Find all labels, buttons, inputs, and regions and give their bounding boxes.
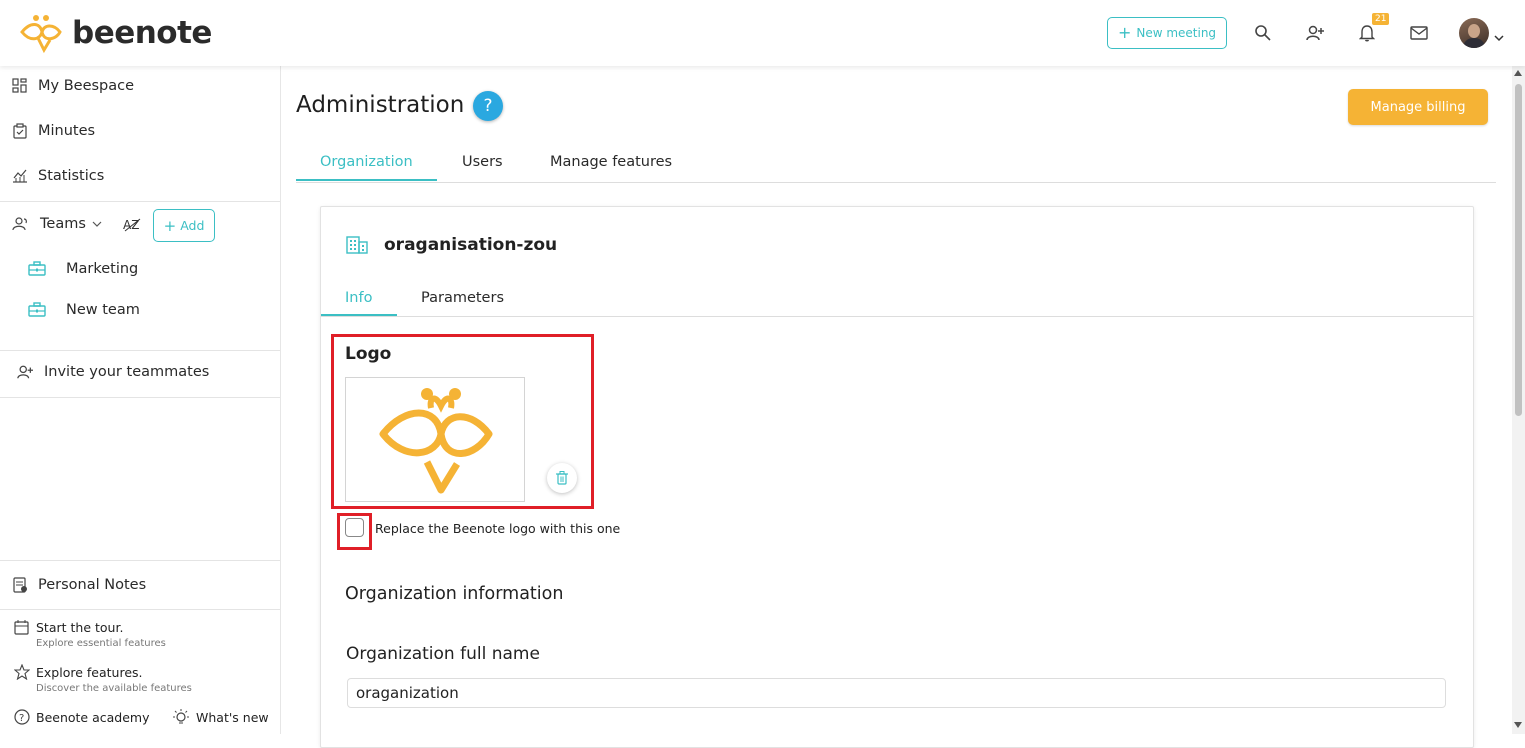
admin-tabs: Organization Users Manage features xyxy=(296,152,1496,183)
organization-card: oraganisation-zou Info Parameters Logo R… xyxy=(320,206,1474,748)
explore-subtitle: Discover the available features xyxy=(36,683,192,694)
new-meeting-button[interactable]: + New meeting xyxy=(1107,17,1227,49)
mail-icon[interactable] xyxy=(1408,22,1430,44)
logo-highlight-box xyxy=(331,334,594,509)
divider xyxy=(0,560,280,561)
add-team-label: Add xyxy=(180,218,205,233)
organization-name: oraganisation-zou xyxy=(384,235,558,255)
calendar-icon xyxy=(14,620,29,635)
team-label: New team xyxy=(66,302,140,318)
teams-toggle[interactable]: Teams xyxy=(12,216,102,232)
divider xyxy=(0,609,280,610)
sidebar-item-my-beespace[interactable]: My Beespace xyxy=(12,78,134,94)
grid-icon xyxy=(12,78,27,93)
svg-text:AZ: AZ xyxy=(123,218,139,232)
search-icon[interactable] xyxy=(1252,22,1274,44)
chart-icon xyxy=(13,169,27,183)
briefcase-icon xyxy=(28,302,46,317)
sidebar-item-statistics[interactable]: Statistics xyxy=(12,168,104,184)
tour-title: Start the tour. xyxy=(36,619,124,635)
active-tab-indicator xyxy=(296,179,437,181)
scroll-down-icon[interactable] xyxy=(1514,722,1522,728)
tour-subtitle: Explore essential features xyxy=(36,638,166,649)
scrollbar-thumb[interactable] xyxy=(1515,84,1522,416)
add-team-button[interactable]: + Add xyxy=(153,209,215,242)
explore-title: Explore features. xyxy=(36,664,143,680)
sidebar-item-label: My Beespace xyxy=(38,78,135,94)
help-circle-icon: ? xyxy=(14,709,30,725)
subtab-parameters[interactable]: Parameters xyxy=(421,290,504,306)
clipboard-check-icon xyxy=(13,123,27,139)
whats-new-label: What's new xyxy=(196,710,269,725)
main-content: Administration ? Manage billing Organiza… xyxy=(281,66,1511,748)
replace-logo-label: Replace the Beenote logo with this one xyxy=(375,521,621,536)
bee-logo-icon xyxy=(20,15,62,54)
divider xyxy=(0,397,280,398)
scroll-up-icon[interactable] xyxy=(1514,70,1522,76)
team-item-new-team[interactable]: New team xyxy=(28,302,140,318)
team-label: Marketing xyxy=(66,261,139,277)
manage-billing-button[interactable]: Manage billing xyxy=(1348,89,1488,125)
sidebar-item-label: Statistics xyxy=(38,168,105,184)
whats-new-link[interactable]: What's new xyxy=(172,709,269,726)
sidebar-item-minutes[interactable]: Minutes xyxy=(12,123,95,139)
tab-organization[interactable]: Organization xyxy=(320,154,413,170)
bell-icon[interactable] xyxy=(1356,22,1378,44)
organization-full-name-input[interactable] xyxy=(347,678,1446,708)
add-user-icon xyxy=(17,365,33,379)
checkbox-highlight-box xyxy=(337,513,372,550)
users-icon xyxy=(12,217,27,231)
subtab-info[interactable]: Info xyxy=(345,290,372,306)
briefcase-icon xyxy=(28,261,46,276)
lightbulb-icon xyxy=(173,709,189,724)
active-subtab-indicator xyxy=(321,314,397,316)
divider xyxy=(0,350,280,351)
brand-name: beenote xyxy=(72,15,212,51)
star-icon xyxy=(14,664,30,680)
notes-icon xyxy=(13,577,27,593)
avatar[interactable] xyxy=(1459,18,1489,48)
beenote-logo[interactable]: beenote xyxy=(16,12,212,54)
invite-label: Invite your teammates xyxy=(44,364,210,380)
add-user-icon[interactable] xyxy=(1304,22,1326,44)
plus-icon: + xyxy=(1117,23,1132,42)
sort-az-icon[interactable]: AZ xyxy=(122,216,144,234)
team-item-marketing[interactable]: Marketing xyxy=(28,261,138,277)
svg-text:?: ? xyxy=(19,713,24,724)
chevron-down-icon[interactable] xyxy=(1494,27,1504,46)
help-icon[interactable]: ? xyxy=(473,91,503,121)
notification-badge: 21 xyxy=(1372,13,1390,25)
academy-label: Beenote academy xyxy=(36,709,150,725)
invite-teammates-link[interactable]: Invite your teammates xyxy=(16,364,209,380)
explore-features-link[interactable]: Explore features. Discover the available… xyxy=(14,664,192,694)
new-meeting-label: New meeting xyxy=(1136,26,1217,40)
page-scrollbar[interactable] xyxy=(1512,66,1525,734)
teams-label: Teams xyxy=(40,216,86,232)
org-subtabs: Info Parameters xyxy=(321,287,1473,317)
start-tour-link[interactable]: Start the tour. Explore essential featur… xyxy=(14,619,166,649)
chevron-down-icon xyxy=(92,221,102,227)
personal-notes-label: Personal Notes xyxy=(38,576,147,593)
plus-icon: + xyxy=(163,216,177,235)
top-bar: beenote + New meeting 21 xyxy=(0,0,1525,66)
divider xyxy=(0,201,280,202)
sidebar-item-label: Minutes xyxy=(38,123,96,139)
section-title: Organization information xyxy=(345,584,564,604)
sidebar: My Beespace Minutes Statistics Teams AZ … xyxy=(0,66,281,734)
personal-notes-link[interactable]: Personal Notes xyxy=(12,576,146,593)
full-name-label: Organization full name xyxy=(346,644,540,664)
building-icon xyxy=(346,235,368,259)
tab-manage-features[interactable]: Manage features xyxy=(550,154,672,170)
page-title: Administration xyxy=(296,92,465,118)
tab-users[interactable]: Users xyxy=(462,154,503,170)
beenote-academy-link[interactable]: ? Beenote academy xyxy=(14,709,149,725)
